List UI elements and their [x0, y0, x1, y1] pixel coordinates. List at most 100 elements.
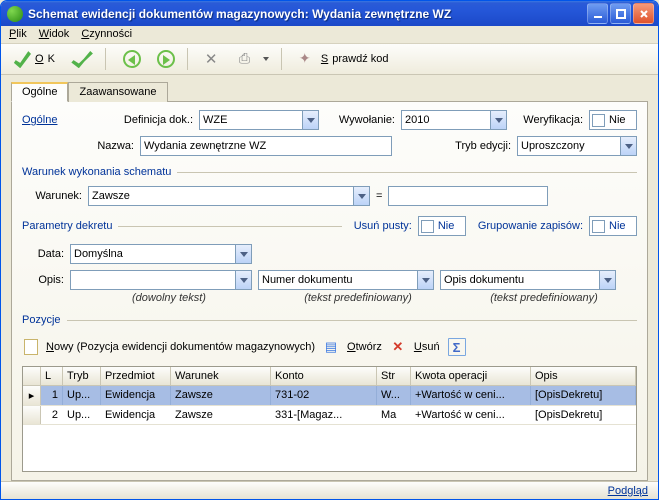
warunek-input[interactable] [88, 186, 370, 206]
col-konto[interactable]: Konto [271, 367, 377, 385]
tab-ogolne[interactable]: Ogólne [11, 82, 68, 102]
definicja-label: Definicja dok.: [99, 114, 193, 126]
nazwa-input[interactable] [140, 136, 392, 156]
warunek-value-input[interactable] [388, 186, 548, 206]
opis2-combo[interactable] [258, 270, 434, 290]
forward-icon [157, 50, 175, 68]
window: Schemat ewidencji dokumentów magazynowyc… [0, 0, 659, 500]
weryfikacja-label: Weryfikacja: [513, 114, 583, 126]
content-area: Ogólne Zaawansowane Ogólne Definicja dok… [1, 75, 658, 481]
window-title: Schemat ewidencji dokumentów magazynowyc… [28, 7, 585, 21]
titlebar[interactable]: Schemat ewidencji dokumentów magazynowyc… [1, 1, 658, 26]
wywolanie-label: Wywołanie: [325, 114, 395, 126]
definicja-input[interactable] [199, 110, 319, 130]
opis2-input[interactable] [258, 270, 434, 290]
dropdown-icon[interactable] [302, 111, 318, 129]
magic-icon: ✦ [299, 50, 317, 68]
sum-button[interactable]: Σ [448, 338, 466, 356]
dropdown-icon[interactable] [235, 245, 251, 263]
maximize-button[interactable] [610, 3, 631, 24]
table-row[interactable]: 2 Up... Ewidencja Zawsze 331-[Magaz... M… [23, 406, 636, 425]
grup-label: Grupowanie zapisów: [478, 220, 583, 232]
col-opis[interactable]: Opis [531, 367, 636, 385]
statusbar: Podgląd [1, 481, 658, 499]
equals-label: = [376, 190, 382, 202]
minimize-button[interactable] [587, 3, 608, 24]
apply-button[interactable] [65, 46, 99, 72]
col-l[interactable]: L [41, 367, 63, 385]
menubar: Plik Widok Czynności [1, 26, 658, 44]
usun-button[interactable]: Usuń [414, 341, 440, 353]
hint-free: (dowolny tekst) [76, 292, 262, 304]
app-icon [7, 6, 23, 22]
print-icon: ⎙ [239, 50, 257, 68]
hint-pre2: (tekst predefiniowany) [454, 292, 634, 304]
checkbox-icon [421, 220, 434, 233]
ogolne-link[interactable]: Ogólne [22, 114, 70, 126]
dropdown-icon[interactable] [599, 271, 615, 289]
weryfikacja-checkbox[interactable]: Nie [589, 110, 637, 130]
col-tryb[interactable]: Tryb [63, 367, 101, 385]
back-button[interactable] [117, 46, 147, 72]
forward-button[interactable] [151, 46, 181, 72]
opis3-combo[interactable] [440, 270, 616, 290]
tab-zaawansowane[interactable]: Zaawansowane [68, 82, 167, 102]
print-button[interactable]: ⎙ [233, 46, 275, 72]
grup-checkbox[interactable]: Nie [589, 216, 637, 236]
tools-button[interactable]: ✕ [199, 46, 229, 72]
opis-label: Opis: [22, 274, 64, 286]
close-button[interactable] [633, 3, 654, 24]
ok-button[interactable]: OK [7, 46, 61, 72]
col-kwota[interactable]: Kwota operacji [411, 367, 531, 385]
col-strona[interactable]: Str [377, 367, 411, 385]
data-combo[interactable] [70, 244, 252, 264]
definicja-combo[interactable] [199, 110, 319, 130]
opis3-input[interactable] [440, 270, 616, 290]
usun-checkbox[interactable]: Nie [418, 216, 466, 236]
opis1-combo[interactable] [70, 270, 252, 290]
dropdown-icon[interactable] [620, 137, 636, 155]
nowy-button[interactable]: Nowy (Pozycja ewidencji dokumentów magaz… [46, 341, 315, 353]
podglad-link[interactable]: Podgląd [608, 485, 648, 497]
tryb-input[interactable] [517, 136, 637, 156]
opis1-input[interactable] [70, 270, 252, 290]
col-warunek[interactable]: Warunek [171, 367, 271, 385]
section-parametry: Parametry dekretu Usuń pusty: Nie Grupow… [22, 216, 637, 236]
new-icon [24, 339, 38, 355]
dropdown-icon[interactable] [490, 111, 506, 129]
double-check-icon [71, 50, 93, 68]
checkbox-icon [592, 220, 605, 233]
otworz-button[interactable]: Otwórz [347, 341, 382, 353]
back-icon [123, 50, 141, 68]
tools-icon: ✕ [205, 50, 223, 68]
sprawdz-button[interactable]: ✦Sprawdź kod [293, 46, 395, 72]
checkbox-icon [592, 114, 605, 127]
dropdown-icon[interactable] [235, 271, 251, 289]
grid-header: L Tryb Przedmiot Warunek Konto Str Kwota… [23, 367, 636, 386]
hint-pre1: (tekst predefiniowany) [268, 292, 448, 304]
grid: L Tryb Przedmiot Warunek Konto Str Kwota… [22, 366, 637, 472]
dropdown-icon[interactable] [353, 187, 369, 205]
menu-czynnosci[interactable]: Czynności [81, 28, 132, 41]
dropdown-icon[interactable] [417, 271, 433, 289]
menu-plik[interactable]: Plik [9, 28, 27, 41]
open-icon: ▤ [323, 339, 339, 355]
wywolanie-combo[interactable] [401, 110, 507, 130]
tryb-combo[interactable] [517, 136, 637, 156]
menu-widok[interactable]: Widok [39, 28, 70, 41]
col-przedmiot[interactable]: Przedmiot [101, 367, 171, 385]
row-indicator-icon: ▸ [23, 386, 41, 405]
data-input[interactable] [70, 244, 252, 264]
check-icon [13, 50, 31, 68]
toolbar: OK ✕ ⎙ ✦Sprawdź kod [1, 44, 658, 75]
section-warunek: Warunek wykonania schematu [22, 166, 637, 178]
warunek-label: Warunek: [22, 190, 82, 202]
warunek-combo[interactable] [88, 186, 370, 206]
table-row[interactable]: ▸ 1 Up... Ewidencja Zawsze 731-02 W... +… [23, 386, 636, 406]
tabs: Ogólne Zaawansowane [11, 82, 648, 102]
section-pozycje: Pozycje [22, 314, 637, 326]
grid-toolbar: Nowy (Pozycja ewidencji dokumentów magaz… [22, 334, 637, 360]
delete-icon: ✕ [390, 339, 406, 355]
data-label: Data: [22, 248, 64, 260]
nazwa-label: Nazwa: [22, 140, 134, 152]
